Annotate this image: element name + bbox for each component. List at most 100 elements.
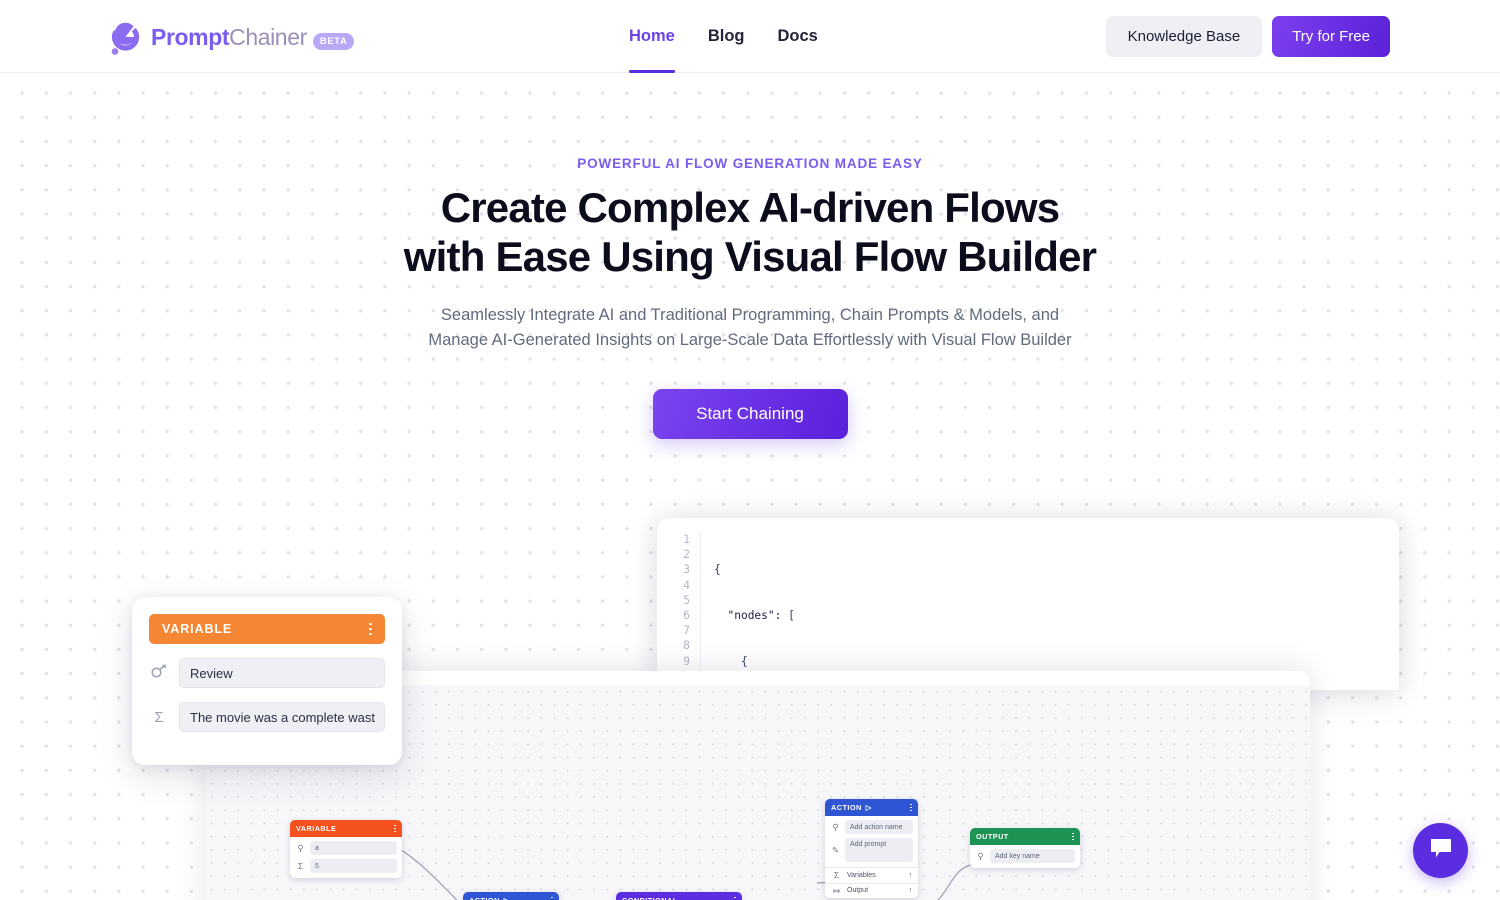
hero-title-line-1: Create Complex AI-driven Flows <box>440 184 1060 231</box>
play-icon: ▷ <box>865 803 872 812</box>
code-line: "nodes": [ <box>727 609 795 623</box>
knowledge-base-button[interactable]: Knowledge Base <box>1105 16 1263 57</box>
site-header: PromptChainer BETA Home Blog Docs Knowled… <box>0 0 1500 73</box>
key-icon: ⚲ <box>297 842 304 853</box>
node-field-row[interactable]: ⚲ Add action name <box>830 820 913 834</box>
sigma-icon: Σ <box>154 708 164 726</box>
node-field-row[interactable]: Σ 5 <box>295 859 397 873</box>
line-number: 8 <box>683 639 690 653</box>
node-title: OUTPUT <box>976 832 1009 841</box>
vertical-dots-icon[interactable] <box>1072 832 1074 841</box>
start-chaining-button[interactable]: Start Chaining <box>652 388 848 439</box>
code-content[interactable]: { "nodes": [ { "type": "variableNode", "… <box>701 532 1399 690</box>
output-icon: ↦ <box>832 885 841 896</box>
flow-node-output[interactable]: OUTPUT ⚲ Add key name <box>970 828 1080 868</box>
vertical-dots-icon[interactable] <box>369 622 372 636</box>
key-icon <box>149 664 169 682</box>
node-title-text: ACTION <box>469 896 500 900</box>
nav-item-home[interactable]: Home <box>629 0 675 73</box>
hero-subtitle: Seamlessly Integrate AI and Traditional … <box>428 306 1072 349</box>
output-key-field[interactable]: Add key name <box>990 849 1075 863</box>
variable-node-showcase-card: VARIABLE Review Σ The movie was a comple… <box>132 597 402 765</box>
line-number: 2 <box>683 548 690 562</box>
pencil-icon: ✎ <box>831 844 840 855</box>
code-line: { <box>714 654 748 668</box>
line-number: 9 <box>683 654 690 668</box>
vertical-dots-icon[interactable] <box>910 803 912 812</box>
logo-text-light: Chainer <box>229 23 307 50</box>
node-title: VARIABLE <box>296 824 337 833</box>
line-number: 4 <box>683 578 690 592</box>
page-title: Create Complex AI-driven Flows with Ease… <box>0 183 1500 281</box>
action-name-field[interactable]: Add action name <box>845 820 913 834</box>
node-variables-row[interactable]: Σ Variables ↑ <box>825 867 918 883</box>
logo[interactable]: PromptChainer BETA <box>108 18 355 56</box>
variable-card-row-value[interactable]: Σ The movie was a complete wast <box>149 702 385 732</box>
node-header: ACTION ▷ <box>463 892 559 900</box>
key-icon: ⚲ <box>977 850 984 861</box>
variable-card-row-label[interactable]: Review <box>149 658 385 688</box>
nav-item-docs[interactable]: Docs <box>778 0 818 73</box>
variable-card-title: VARIABLE <box>162 622 233 636</box>
flow-node-variable[interactable]: VARIABLE ⚲ a Σ 5 <box>290 820 402 878</box>
try-for-free-button[interactable]: Try for Free <box>1272 16 1390 57</box>
nav-item-blog[interactable]: Blog <box>708 0 745 73</box>
node-variables-label: Variables <box>847 871 876 879</box>
node-output-row[interactable]: ↦ Output ↑ <box>825 882 918 899</box>
node-title: ACTION ▷ <box>831 803 872 812</box>
node-header: OUTPUT <box>970 828 1080 845</box>
up-arrow-icon[interactable]: ↑ <box>909 887 913 894</box>
prompt-field[interactable]: Add prompt <box>845 838 913 862</box>
flow-node-conditional[interactable]: CONDITIONAL ⚲ <box>616 892 742 900</box>
vertical-dots-icon[interactable] <box>394 824 396 833</box>
node-body: ⚲ Add action name ✎ Add prompt <box>825 816 918 867</box>
json-code-preview-card: 1 2 3 4 5 6 7 8 9 { "nodes": [ { "type":… <box>657 518 1399 690</box>
code-editor: 1 2 3 4 5 6 7 8 9 { "nodes": [ { "type":… <box>657 518 1399 690</box>
chat-bubble-icon <box>1428 837 1454 864</box>
up-arrow-icon[interactable]: ↑ <box>909 872 913 879</box>
variable-label-input[interactable]: Review <box>179 658 385 688</box>
node-output-label: Output <box>847 887 869 895</box>
node-title: ACTION ▷ <box>469 896 510 900</box>
code-line: { <box>714 563 721 577</box>
node-title: CONDITIONAL <box>622 896 678 900</box>
sigma-icon: Σ <box>297 860 304 871</box>
flow-node-action-2[interactable]: ACTION ▷ ⚲ Add action name ✎ Add prompt … <box>825 799 918 898</box>
hero-eyebrow: POWERFUL AI FLOW GENERATION MADE EASY <box>577 156 923 171</box>
node-field-value[interactable]: 5 <box>310 859 397 873</box>
code-gutter-line-numbers: 1 2 3 4 5 6 7 8 9 <box>657 532 701 690</box>
node-field-value[interactable]: a <box>310 841 397 855</box>
node-title-text: ACTION <box>831 803 862 812</box>
sigma-icon: Σ <box>833 870 840 880</box>
beta-badge: BETA <box>312 33 355 50</box>
variable-value-input[interactable]: The movie was a complete wast <box>179 702 385 732</box>
node-output-left: ↦ Output <box>831 885 869 896</box>
hero-title-line-2: with Ease Using Visual Flow Builder <box>403 233 1097 281</box>
key-icon: ⚲ <box>832 821 839 832</box>
node-header: VARIABLE <box>290 820 402 837</box>
variable-card-header: VARIABLE <box>149 614 385 644</box>
line-number: 6 <box>683 609 690 623</box>
line-number: 5 <box>683 593 690 607</box>
play-icon: ▷ <box>504 896 510 900</box>
line-number: 3 <box>683 563 690 577</box>
node-body: ⚲ a Σ 5 <box>290 837 402 878</box>
node-header: CONDITIONAL <box>616 892 742 900</box>
node-body: ⚲ Add key name <box>970 845 1080 868</box>
node-field-row[interactable]: ⚲ a <box>295 841 397 855</box>
node-field-row[interactable]: ✎ Add prompt <box>830 838 913 862</box>
chat-widget-button[interactable] <box>1413 823 1468 878</box>
node-header: ACTION ▷ <box>825 799 918 816</box>
main-nav: Home Blog Docs <box>629 0 818 73</box>
node-variables-left: Σ Variables <box>831 871 876 880</box>
hero-cta-wrap: Start Chaining <box>0 388 1500 439</box>
promptchainer-logo-icon <box>108 18 142 56</box>
header-actions: Knowledge Base Try for Free <box>1105 16 1390 57</box>
flow-node-action-1[interactable]: ACTION ▷ ⚲ <box>463 892 559 900</box>
logo-text: PromptChainer BETA <box>151 23 355 51</box>
node-field-row[interactable]: ⚲ Add key name <box>975 849 1075 863</box>
line-number: 7 <box>683 624 690 638</box>
hero-section: POWERFUL AI FLOW GENERATION MADE EASY Cr… <box>0 73 1500 439</box>
logo-text-bold: Prompt <box>151 23 230 50</box>
line-number: 1 <box>683 533 690 546</box>
